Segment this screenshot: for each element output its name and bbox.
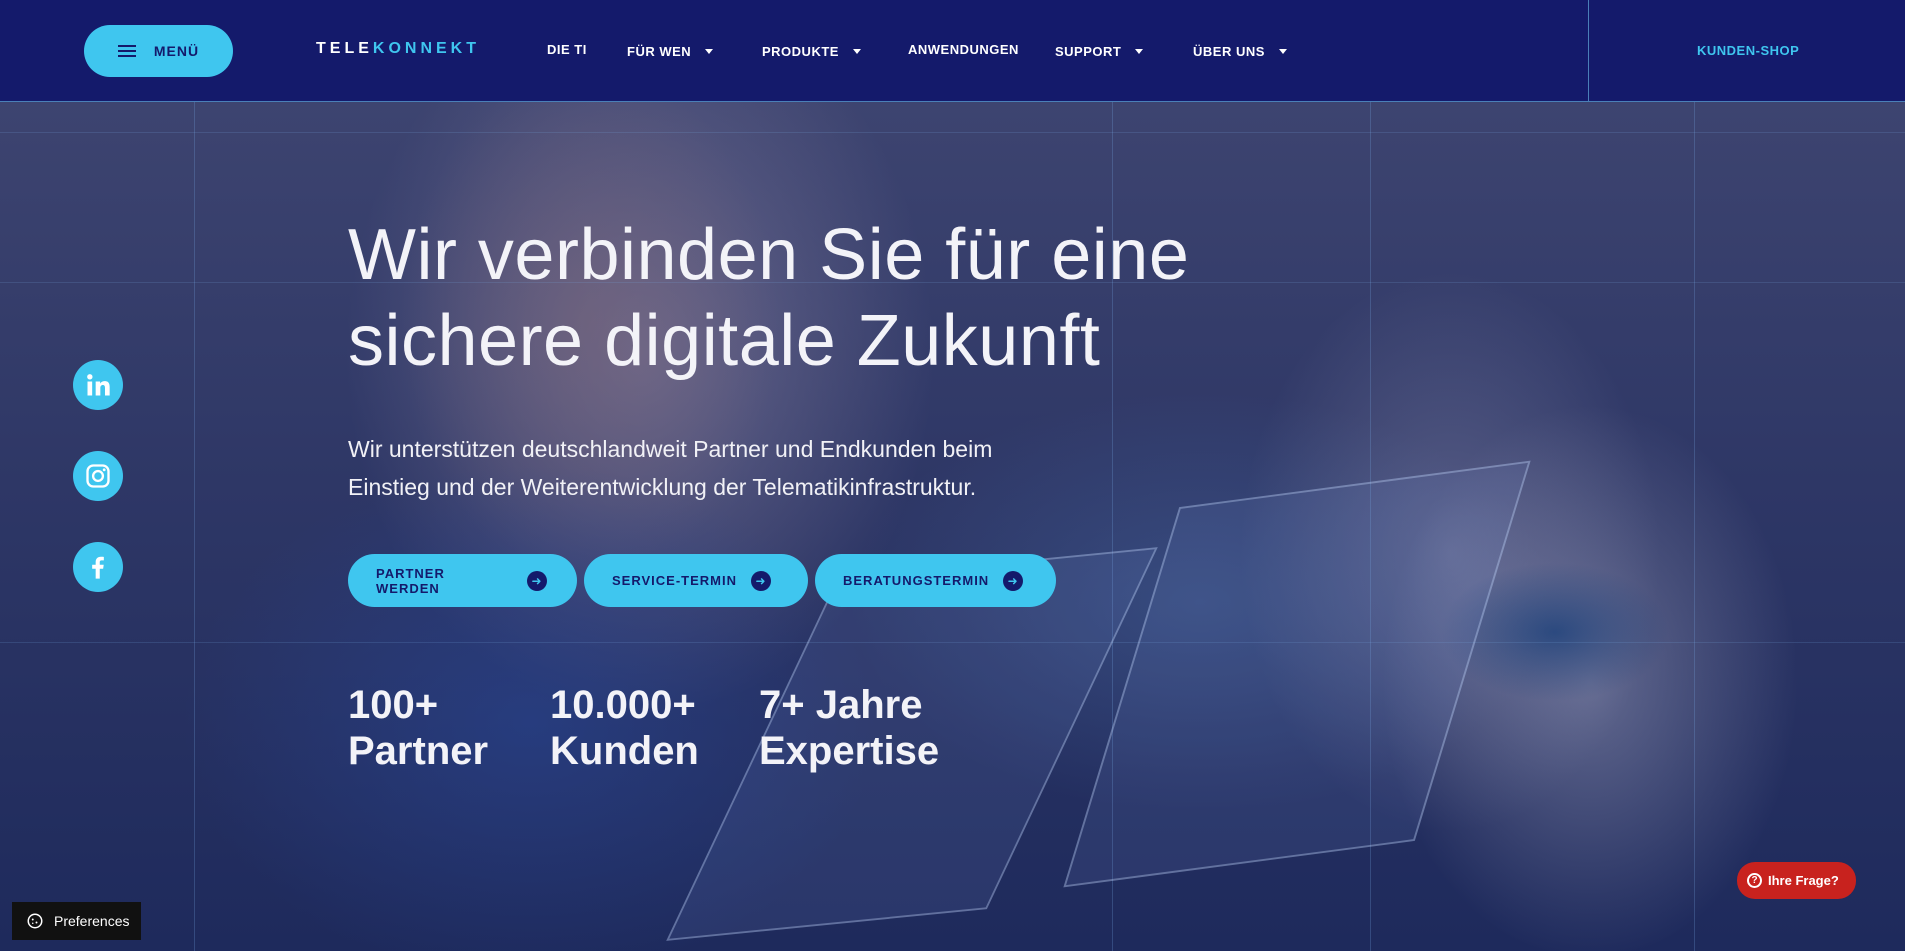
- facebook-icon: [92, 556, 104, 579]
- logo[interactable]: TELEKONNEKT: [316, 40, 480, 58]
- beratungstermin-button[interactable]: BERATUNGSTERMIN ➜: [815, 554, 1056, 607]
- logo-text-tele: TELE: [316, 40, 373, 57]
- arrow-right-icon: ➜: [527, 570, 547, 591]
- stat-expertise: 7+ Jahre Expertise: [759, 682, 939, 774]
- instagram-button[interactable]: [73, 451, 123, 501]
- facebook-button[interactable]: [73, 542, 123, 592]
- nav-label: ÜBER UNS: [1193, 44, 1265, 59]
- hamburger-icon: [117, 45, 136, 57]
- nav-label: FÜR WEN: [627, 44, 692, 59]
- faq-chat-button[interactable]: ? Ihre Frage?: [1737, 862, 1856, 899]
- nav-item-die-ti[interactable]: DIE TI: [547, 42, 587, 57]
- chevron-down-icon: [705, 49, 714, 54]
- stat-value: 10.000+: [550, 683, 696, 727]
- menu-label: MENÜ: [153, 43, 200, 59]
- cookie-icon: [27, 913, 43, 929]
- nav-label: SUPPORT: [1055, 44, 1122, 59]
- stat-partner: 100+ Partner: [348, 682, 550, 774]
- preferences-label: Preferences: [54, 913, 130, 929]
- stat-value: 7+ Jahre: [759, 683, 923, 727]
- hero-section: Wir verbinden Sie für eine sichere digit…: [0, 102, 1905, 951]
- subtext-line: Einstieg und der Weiterentwicklung der T…: [348, 474, 977, 500]
- kunden-shop-link[interactable]: KUNDEN-SHOP: [1697, 43, 1799, 58]
- nav-item-support[interactable]: SUPPORT: [1055, 44, 1144, 59]
- stat-label: Partner: [348, 729, 489, 773]
- chevron-down-icon: [1278, 49, 1287, 54]
- stat-label: Expertise: [759, 729, 940, 773]
- stat-value: 100+: [348, 683, 439, 727]
- cta-label: PARTNER WERDEN: [376, 565, 445, 596]
- chevron-down-icon: [1135, 49, 1144, 54]
- stat-kunden: 10.000+ Kunden: [550, 682, 759, 774]
- linkedin-button[interactable]: [73, 360, 123, 410]
- nav-label: PRODUKTE: [762, 44, 839, 59]
- cta-row: PARTNER WERDEN ➜ SERVICE-TERMIN ➜ BERATU…: [348, 554, 1056, 607]
- stat-label: Kunden: [550, 729, 699, 773]
- faq-label: Ihre Frage?: [1768, 873, 1839, 888]
- nav-label: ANWENDUNGEN: [908, 42, 1019, 57]
- hero-subtext: Wir unterstützen deutschlandweit Partner…: [348, 430, 1068, 506]
- linkedin-icon: [87, 374, 110, 396]
- nav-item-produkte[interactable]: PRODUKTE: [762, 44, 861, 59]
- cookie-preferences-button[interactable]: Preferences: [12, 902, 141, 940]
- nav-item-ueber-uns[interactable]: ÜBER UNS: [1193, 44, 1287, 59]
- header-divider: [1588, 0, 1589, 102]
- cta-label: BERATUNGSTERMIN: [843, 573, 990, 588]
- headline-line: Wir verbinden Sie für eine: [348, 215, 1190, 295]
- grid-line: [194, 102, 195, 951]
- service-termin-button[interactable]: SERVICE-TERMIN ➜: [584, 554, 808, 607]
- logo-text-konnekt: KONNEKT: [372, 40, 480, 57]
- stats-row: 100+ Partner 10.000+ Kunden 7+ Jahre Exp…: [348, 682, 939, 774]
- site-header: MENÜ TELEKONNEKT DIE TI FÜR WEN PRODUKTE…: [0, 0, 1905, 102]
- question-icon: ?: [1747, 873, 1762, 888]
- nav-item-anwendungen[interactable]: ANWENDUNGEN: [908, 42, 1019, 57]
- arrow-right-icon: ➜: [751, 570, 771, 591]
- headline-line: sichere digitale Zukunft: [348, 301, 1101, 381]
- subtext-line: Wir unterstützen deutschlandweit Partner…: [348, 436, 993, 462]
- partner-werden-button[interactable]: PARTNER WERDEN ➜: [348, 554, 577, 607]
- nav-item-fuer-wen[interactable]: FÜR WEN: [627, 44, 714, 59]
- cta-label: SERVICE-TERMIN: [612, 573, 737, 588]
- instagram-icon: [86, 464, 110, 488]
- arrow-right-icon: ➜: [1003, 570, 1024, 591]
- grid-line: [1694, 102, 1695, 951]
- hero-headline: Wir verbinden Sie für eine sichere digit…: [348, 212, 1348, 384]
- grid-line: [0, 132, 1905, 133]
- menu-button[interactable]: MENÜ: [84, 25, 233, 77]
- nav-label: DIE TI: [547, 42, 587, 57]
- chevron-down-icon: [852, 49, 861, 54]
